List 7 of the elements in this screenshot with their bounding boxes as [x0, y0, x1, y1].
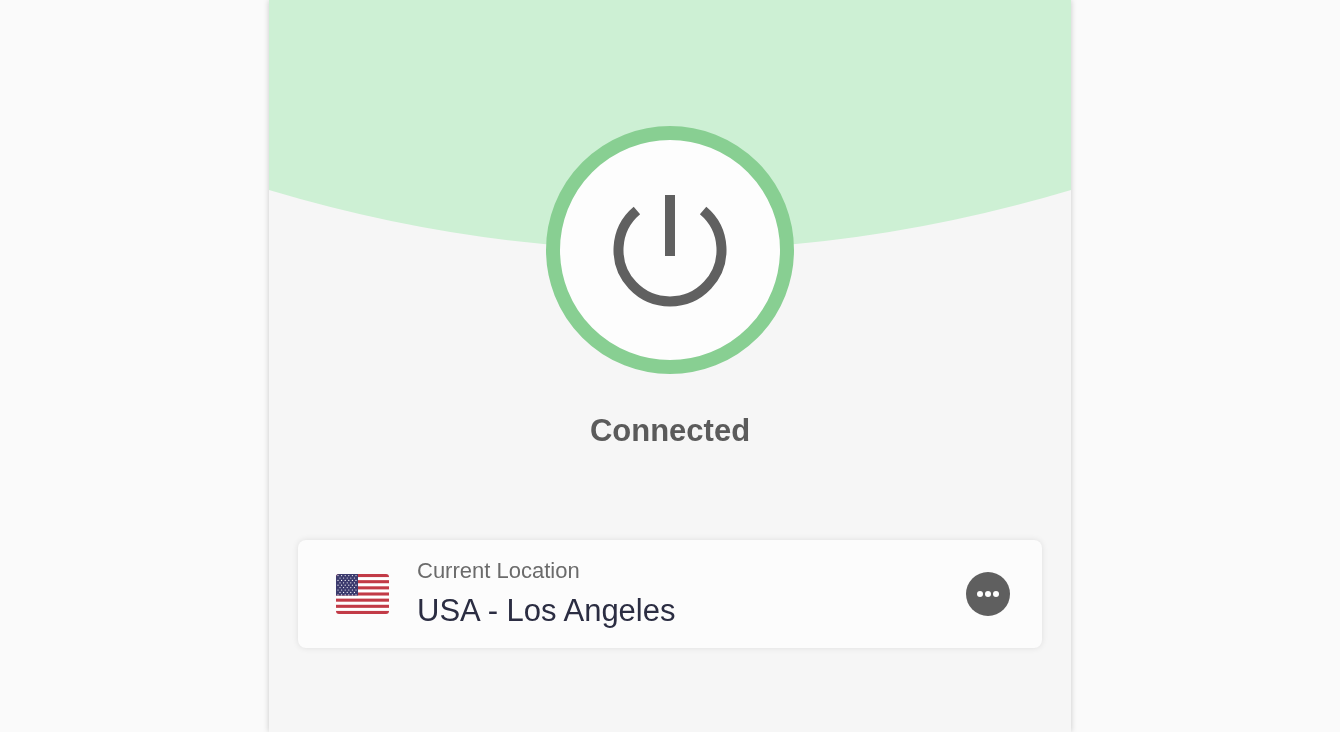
ellipsis-icon [977, 591, 999, 597]
location-name: USA - Los Angeles [417, 592, 676, 630]
connection-status: Connected [589, 412, 751, 450]
us-flag-icon [336, 574, 389, 614]
more-button[interactable] [966, 572, 1010, 616]
location-caption: Current Location [417, 557, 580, 585]
power-icon [613, 195, 727, 307]
